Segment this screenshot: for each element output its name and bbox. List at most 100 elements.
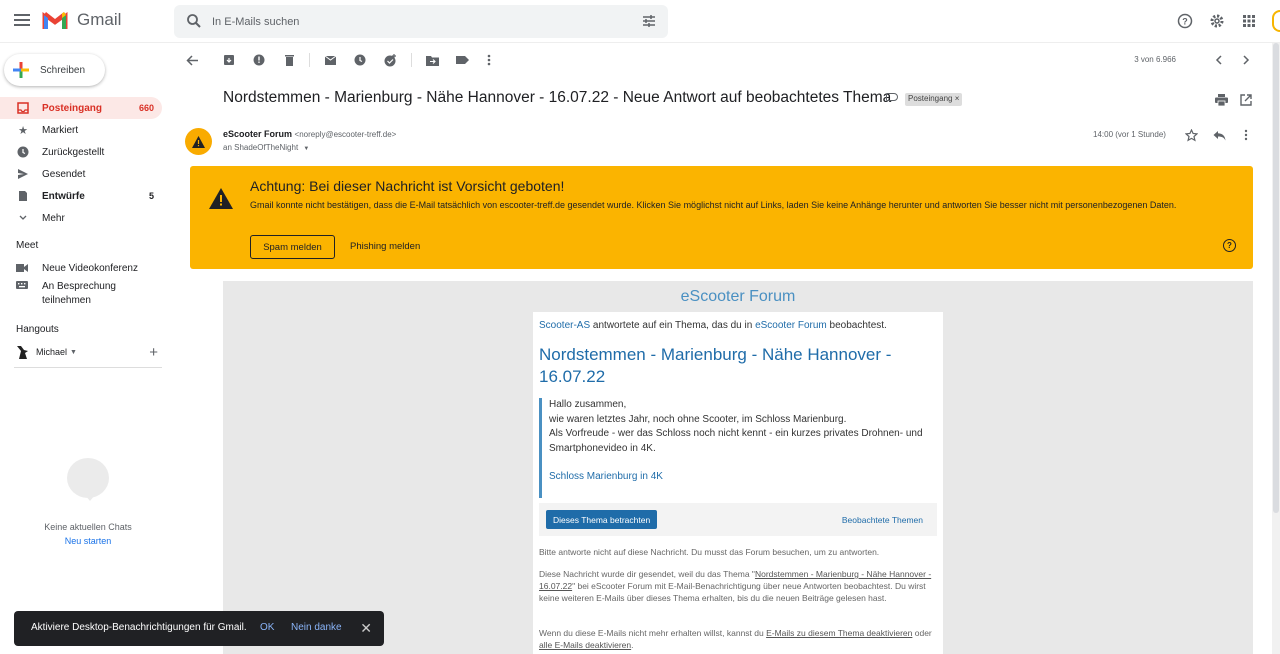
forum-title[interactable]: eScooter Forum <box>223 288 1253 306</box>
compose-button[interactable]: Schreiben <box>4 54 105 86</box>
recipient-line[interactable]: an ShadeOfTheNight ▼ <box>223 143 309 152</box>
view-topic-button[interactable]: Dieses Thema betrachten <box>546 510 658 529</box>
help-question-icon[interactable]: ? <box>1223 239 1236 252</box>
warning-banner: Achtung: Bei dieser Nachricht ist Vorsic… <box>190 166 1253 269</box>
start-new-chat-link[interactable]: Neu starten <box>0 536 176 546</box>
sidebar-item-snoozed[interactable]: Zurückgestellt <box>0 141 162 163</box>
note-text: Wenn du diese E-Mails nicht mehr erhalte… <box>539 628 767 638</box>
mark-unread-icon[interactable] <box>322 52 338 68</box>
user-avatar-icon <box>17 346 28 359</box>
intro-line: Scooter-AS antwortete auf ein Thema, das… <box>539 320 887 331</box>
snooze-clock-icon[interactable] <box>352 52 368 68</box>
sender-warning-avatar <box>185 128 212 155</box>
warning-title: Achtung: Bei dieser Nachricht ist Vorsic… <box>250 178 565 194</box>
forum-link[interactable]: eScooter Forum <box>755 320 827 331</box>
sidebar-item-more[interactable]: Mehr <box>0 207 162 229</box>
unsubscribe-topic-link[interactable]: E-Mails zu diesem Thema deaktivieren <box>766 628 912 638</box>
chat-bubble-icon <box>67 458 109 501</box>
warning-triangle-icon <box>209 188 233 209</box>
move-to-folder-icon[interactable] <box>424 52 440 68</box>
intro-text: antwortete auf ein Thema, das du in <box>590 320 756 331</box>
account-avatar[interactable] <box>1272 10 1280 32</box>
reply-icon[interactable] <box>1211 127 1227 143</box>
search-options-icon[interactable] <box>642 14 656 28</box>
hangouts-user[interactable]: Michael ▼ + <box>14 343 160 361</box>
nav-list: Posteingang 660 ★ Markiert Zurückgestell… <box>0 97 162 229</box>
recipient-details-caret-icon[interactable]: ▼ <box>303 146 309 152</box>
sender-name: eScooter Forum <box>223 129 293 139</box>
sidebar-item-inbox[interactable]: Posteingang 660 <box>0 97 162 119</box>
meet-heading: Meet <box>16 240 39 251</box>
join-meeting-label-1: An Besprechung <box>42 281 116 292</box>
search-bar[interactable] <box>174 5 668 38</box>
post-quote: Hallo zusammen, wie waren letztes Jahr, … <box>539 398 937 498</box>
note-text: oder <box>912 628 932 638</box>
svg-text:?: ? <box>1182 17 1188 27</box>
divider <box>14 367 162 368</box>
note-text: . <box>631 640 634 650</box>
warning-text: Gmail konnte nicht bestätigen, dass die … <box>250 200 1177 210</box>
compose-label: Schreiben <box>40 64 86 76</box>
video-camera-icon <box>16 263 30 276</box>
more-vert-icon[interactable] <box>481 52 497 68</box>
search-input[interactable] <box>212 12 612 32</box>
star-outline-icon[interactable] <box>1183 127 1199 143</box>
importance-marker-icon[interactable] <box>886 93 898 101</box>
scrollbar-thumb[interactable] <box>1273 43 1279 513</box>
report-spam-icon[interactable] <box>251 52 267 68</box>
apps-grid-icon[interactable] <box>1240 12 1258 30</box>
report-spam-button[interactable]: Spam melden <box>250 235 335 259</box>
sidebar-item-label: Posteingang <box>42 102 103 114</box>
author-link[interactable]: Scooter-AS <box>539 320 590 331</box>
forum-card: Scooter-AS antwortete auf ein Thema, das… <box>533 312 943 654</box>
top-bar: Gmail ? <box>0 0 1280 43</box>
search-icon[interactable] <box>186 13 202 29</box>
no-chats-panel: Keine aktuellen Chats Neu starten <box>0 458 176 546</box>
sidebar-item-drafts[interactable]: Entwürfe 5 <box>0 185 162 207</box>
draft-count: 5 <box>148 191 154 201</box>
scrollbar[interactable] <box>1272 43 1280 654</box>
plus-icon <box>13 62 29 78</box>
unread-count: 660 <box>138 103 154 113</box>
sidebar-item-label: Zurückgestellt <box>42 146 105 158</box>
trash-icon[interactable] <box>281 52 297 68</box>
add-chat-plus-icon[interactable]: + <box>149 344 158 361</box>
chevron-right-icon[interactable] <box>1238 52 1254 68</box>
video-link[interactable]: Schloss Marienburg in 4K <box>549 470 937 485</box>
caret-down-icon[interactable]: ▼ <box>70 349 77 356</box>
back-arrow-icon[interactable] <box>184 52 200 68</box>
subscription-note: Diese Nachricht wurde dir gesendet, weil… <box>539 568 937 604</box>
report-phishing-button[interactable]: Phishing melden <box>350 241 420 252</box>
toast-ok-button[interactable]: OK <box>260 622 274 633</box>
chevron-left-icon[interactable] <box>1211 52 1227 68</box>
action-bar: Dieses Thema betrachten Beobachtete Them… <box>539 503 937 536</box>
toast-no-thanks-button[interactable]: Nein danke <box>291 622 342 633</box>
archive-icon[interactable] <box>221 52 237 68</box>
more-options-icon[interactable] <box>1238 127 1254 143</box>
open-new-window-icon[interactable] <box>1238 92 1254 108</box>
inbox-label-chip[interactable]: Posteingang × <box>905 93 963 106</box>
close-icon[interactable]: ✕ <box>360 620 372 637</box>
recipient-text: an ShadeOfTheNight <box>223 143 299 152</box>
add-task-icon[interactable] <box>382 52 398 68</box>
gmail-logo[interactable]: Gmail <box>42 10 121 30</box>
toast-text: Aktiviere Desktop-Benachrichtigungen für… <box>31 622 247 633</box>
message-time: 14:00 (vor 1 Stunde) <box>1093 130 1166 139</box>
sidebar-item-sent[interactable]: Gesendet <box>0 163 162 185</box>
main-menu-button[interactable] <box>12 11 32 31</box>
join-meeting-item[interactable]: An Besprechung teilnehmen <box>16 280 116 308</box>
sidebar-item-starred[interactable]: ★ Markiert <box>0 119 162 141</box>
settings-gear-icon[interactable] <box>1208 12 1226 30</box>
hangouts-user-name: Michael <box>36 347 68 357</box>
help-icon[interactable]: ? <box>1176 12 1194 30</box>
label-tag-icon[interactable] <box>454 52 470 68</box>
no-reply-note: Bitte antworte nicht auf diese Nachricht… <box>539 547 880 557</box>
new-meeting-item[interactable]: Neue Videokonferenz <box>16 263 138 276</box>
join-meeting-label-2: teilnehmen <box>42 295 91 306</box>
intro-text-end: beobachtest. <box>826 320 887 331</box>
unsubscribe-all-link[interactable]: alle E-Mails deaktivieren <box>539 640 631 650</box>
topic-title-link[interactable]: Nordstemmen - Marienburg - Nähe Hannover… <box>539 344 919 388</box>
print-icon[interactable] <box>1213 92 1229 108</box>
sender-line[interactable]: eScooter Forum <noreply@escooter-treff.d… <box>223 129 396 139</box>
watched-topics-link[interactable]: Beobachtete Themen <box>842 515 923 525</box>
